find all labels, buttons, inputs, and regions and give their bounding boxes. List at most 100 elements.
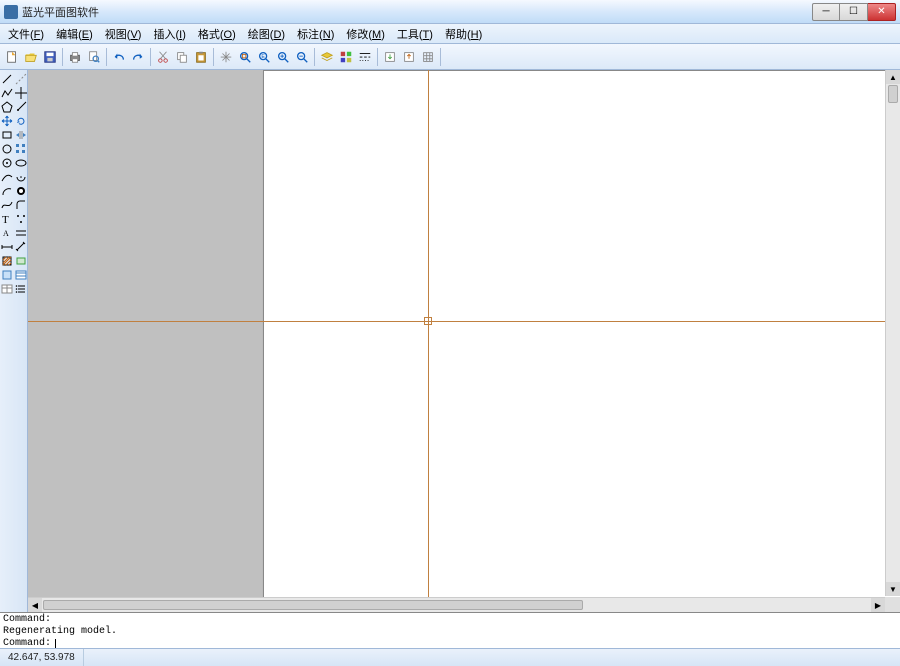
donut-tool[interactable] <box>14 184 28 198</box>
menu-item-5[interactable]: 绘图(D) <box>242 24 291 44</box>
multiline-tool[interactable] <box>14 226 28 240</box>
mirror-tool[interactable] <box>14 128 28 142</box>
redo-button[interactable] <box>129 48 147 66</box>
open-file-button[interactable] <box>22 48 40 66</box>
save-button[interactable] <box>41 48 59 66</box>
horizontal-scrollbar[interactable]: ◀ ▶ <box>28 597 885 612</box>
dim-aligned-tool[interactable] <box>14 240 28 254</box>
command-prompt[interactable]: Command: <box>3 638 897 648</box>
toolbar-separator <box>150 48 151 66</box>
rotate-tool[interactable] <box>14 114 28 128</box>
undo-button[interactable] <box>110 48 128 66</box>
menu-item-6[interactable]: 标注(N) <box>291 24 340 44</box>
menu-item-2[interactable]: 视图(V) <box>99 24 148 44</box>
crosshair-pick-box <box>424 317 432 325</box>
app-icon <box>4 5 18 19</box>
color-button[interactable] <box>337 48 355 66</box>
scroll-up-button[interactable]: ▲ <box>886 70 900 84</box>
toolbar-separator <box>314 48 315 66</box>
text-big-tool[interactable]: T <box>0 212 14 226</box>
circle-3p-tool[interactable] <box>0 142 14 156</box>
toolbar-separator <box>106 48 107 66</box>
construction-line-tool[interactable] <box>14 72 28 86</box>
scroll-right-button[interactable]: ▶ <box>871 598 885 612</box>
scroll-corner <box>885 597 900 612</box>
scroll-left-button[interactable]: ◀ <box>28 598 42 612</box>
table-tool-tool[interactable] <box>14 268 28 282</box>
list-tool-tool[interactable] <box>14 282 28 296</box>
point-multi-tool[interactable] <box>14 212 28 226</box>
drawing-area[interactable]: ▲ ▼ ◀ ▶ <box>28 70 900 612</box>
vertical-scrollbar[interactable]: ▲ ▼ <box>885 70 900 596</box>
text-small-tool[interactable]: A <box>0 226 14 240</box>
cursor <box>55 639 56 649</box>
menu-item-0[interactable]: 文件(F) <box>2 24 50 44</box>
toolbar-standard: E <box>0 44 900 70</box>
toolbar-separator <box>62 48 63 66</box>
ellipse-tool[interactable] <box>14 156 28 170</box>
zoom-extents-button[interactable]: E <box>255 48 273 66</box>
circle-tool[interactable] <box>0 156 14 170</box>
zoom-window-button[interactable] <box>236 48 254 66</box>
scroll-down-button[interactable]: ▼ <box>886 582 900 596</box>
toolbar-separator <box>440 48 441 66</box>
rectangle-tool[interactable] <box>0 128 14 142</box>
zoom-in-button[interactable] <box>274 48 292 66</box>
polygon-tool[interactable] <box>0 100 14 114</box>
spline-tool[interactable] <box>0 198 14 212</box>
menu-item-8[interactable]: 工具(T) <box>391 24 439 44</box>
command-window[interactable]: Command: Regenerating model. Command: <box>0 612 900 648</box>
paper <box>263 70 900 612</box>
new-file-button[interactable] <box>3 48 21 66</box>
polyline-tool[interactable] <box>0 86 14 100</box>
menu-item-3[interactable]: 插入(I) <box>147 24 191 44</box>
arc-tool[interactable] <box>0 184 14 198</box>
command-history-line: Regenerating model. <box>3 626 897 638</box>
array-tool[interactable] <box>14 142 28 156</box>
grid-button[interactable] <box>419 48 437 66</box>
block-tool[interactable] <box>0 268 14 282</box>
command-prompt-label: Command: <box>3 638 51 648</box>
crosshair-horizontal <box>28 321 900 322</box>
toolbar-separator <box>377 48 378 66</box>
move-tool[interactable] <box>0 114 14 128</box>
close-button[interactable]: ✕ <box>868 3 896 21</box>
menu-item-1[interactable]: 编辑(E) <box>50 24 99 44</box>
import-button[interactable] <box>381 48 399 66</box>
minimize-button[interactable]: ─ <box>812 3 840 21</box>
menu-item-7[interactable]: 修改(M) <box>340 24 391 44</box>
arc-center-tool[interactable] <box>14 170 28 184</box>
cut-button[interactable] <box>154 48 172 66</box>
print-preview-button[interactable] <box>85 48 103 66</box>
status-stretch <box>84 649 900 666</box>
menubar: 文件(F)编辑(E)视图(V)插入(I)格式(O)绘图(D)标注(N)修改(M)… <box>0 24 900 44</box>
pan-button[interactable] <box>217 48 235 66</box>
linetype-button[interactable] <box>356 48 374 66</box>
table-tool[interactable] <box>0 282 14 296</box>
paste-button[interactable] <box>192 48 210 66</box>
svg-text:A: A <box>3 229 9 238</box>
window-buttons: ─ ☐ ✕ <box>812 3 896 21</box>
maximize-button[interactable]: ☐ <box>840 3 868 21</box>
copy-button[interactable] <box>173 48 191 66</box>
menu-item-9[interactable]: 帮助(H) <box>439 24 488 44</box>
export-button[interactable] <box>400 48 418 66</box>
scroll-thumb-vertical[interactable] <box>888 85 898 103</box>
ray-tool[interactable] <box>14 100 28 114</box>
hatch-tool[interactable] <box>0 254 14 268</box>
crosshair-vertical <box>428 70 429 612</box>
layer-button[interactable] <box>318 48 336 66</box>
toolbar-separator <box>213 48 214 66</box>
print-button[interactable] <box>66 48 84 66</box>
curve-tool[interactable] <box>0 170 14 184</box>
scroll-thumb-horizontal[interactable] <box>43 600 583 610</box>
line-tool[interactable] <box>0 72 14 86</box>
fillet-tool[interactable] <box>14 198 28 212</box>
titlebar: 蓝光平面图软件 ─ ☐ ✕ <box>0 0 900 24</box>
menu-item-4[interactable]: 格式(O) <box>192 24 242 44</box>
region-tool[interactable] <box>14 254 28 268</box>
dim-linear-tool[interactable] <box>0 240 14 254</box>
xline-tool[interactable] <box>14 86 28 100</box>
zoom-out-button[interactable] <box>293 48 311 66</box>
statusbar: 42.647, 53.978 <box>0 648 900 666</box>
